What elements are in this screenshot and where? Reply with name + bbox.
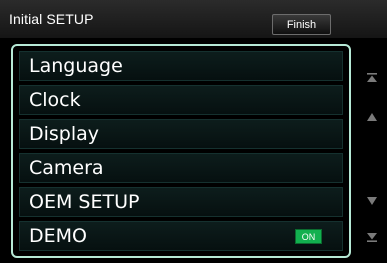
title-bar: Initial SETUP Finish — [0, 0, 387, 38]
menu-item-label: Language — [29, 55, 123, 77]
demo-on-badge[interactable]: ON — [295, 229, 322, 244]
scroll-up-icon[interactable] — [366, 112, 378, 122]
menu-item-label: Clock — [29, 89, 81, 111]
menu-item-language[interactable]: Language — [19, 51, 343, 81]
menu-item-label: Camera — [29, 157, 104, 179]
menu-item-label: Display — [29, 123, 100, 145]
page-title: Initial SETUP — [9, 11, 94, 27]
menu-item-demo[interactable]: DEMO ON — [19, 221, 343, 251]
menu-item-label: DEMO — [29, 225, 87, 247]
scroll-down-icon[interactable] — [366, 196, 378, 206]
menu-item-oem-setup[interactable]: OEM SETUP — [19, 187, 343, 217]
setup-menu-list: Language Clock Display Camera OEM SETUP … — [11, 44, 351, 258]
menu-item-clock[interactable]: Clock — [19, 85, 343, 115]
scroll-top-icon[interactable] — [366, 72, 378, 84]
menu-item-display[interactable]: Display — [19, 119, 343, 149]
menu-item-camera[interactable]: Camera — [19, 153, 343, 183]
finish-button[interactable]: Finish — [272, 14, 331, 35]
scroll-bottom-icon[interactable] — [366, 231, 378, 243]
menu-item-label: OEM SETUP — [29, 191, 140, 213]
